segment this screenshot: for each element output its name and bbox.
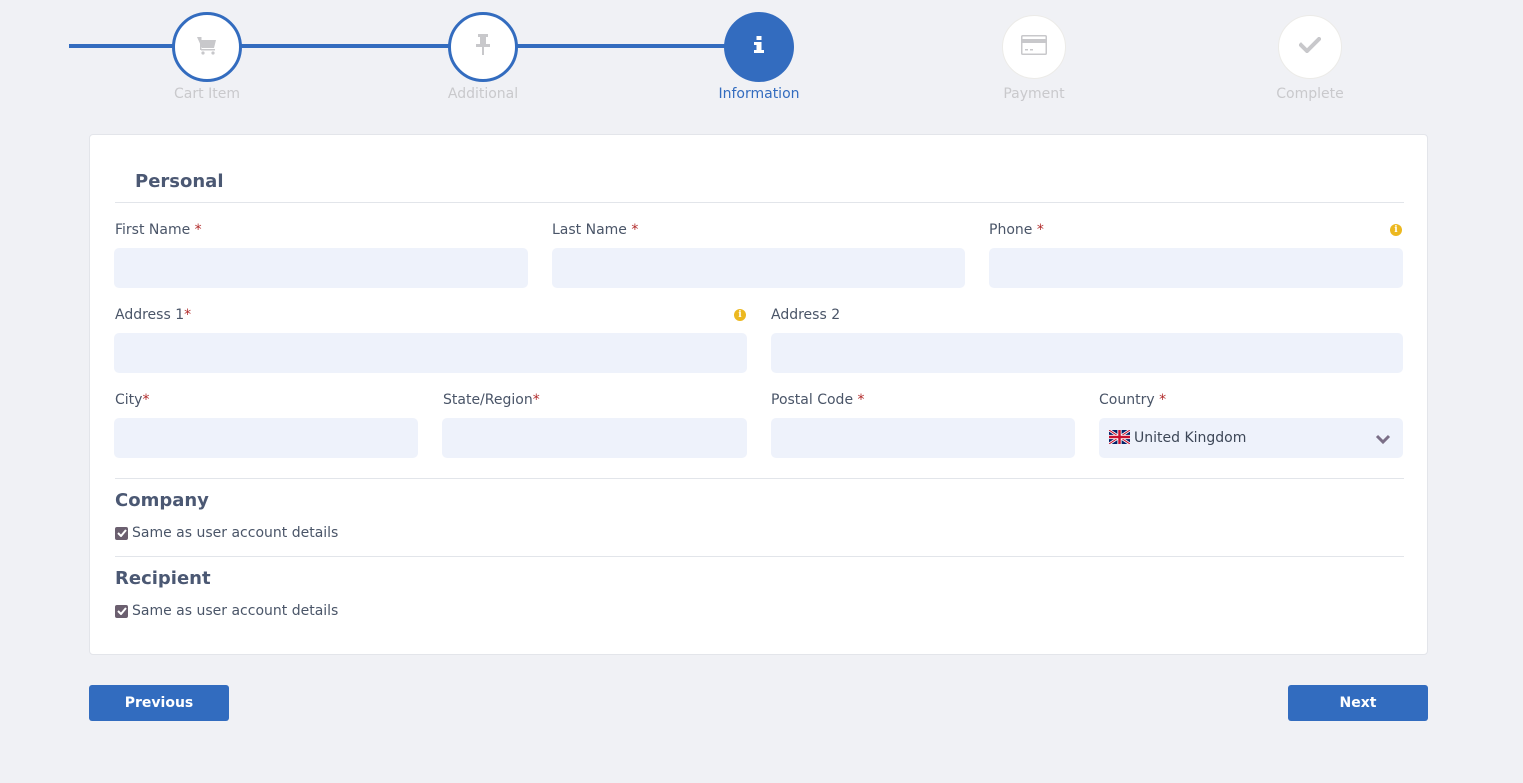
cart-icon [196, 35, 218, 59]
recipient-same-as-account-checkbox[interactable]: Same as user account details [115, 603, 338, 619]
step-information[interactable]: Information [689, 12, 829, 102]
section-title-recipient: Recipient [115, 568, 211, 589]
step-circle [172, 12, 242, 82]
credit-card-icon [1021, 35, 1047, 59]
step-label: Cart Item [174, 86, 240, 102]
step-circle [1002, 15, 1066, 79]
section-title-company: Company [115, 490, 209, 511]
step-label: Information [718, 86, 800, 102]
company-same-as-account-checkbox[interactable]: Same as user account details [115, 525, 338, 541]
chevron-down-icon [1375, 430, 1391, 449]
address1-label: Address 1* [115, 307, 192, 323]
divider [115, 202, 1404, 203]
step-label: Additional [447, 86, 519, 102]
phone-info-icon[interactable]: i [1390, 224, 1402, 236]
step-circle [724, 12, 794, 82]
step-label: Payment [1003, 86, 1065, 102]
step-payment[interactable]: Payment [964, 12, 1104, 102]
city-label: City* [115, 392, 150, 408]
checkbox-label: Same as user account details [132, 525, 339, 541]
city-input[interactable] [114, 418, 418, 458]
address1-info-icon[interactable]: i [734, 309, 746, 321]
last-name-label: Last Name * [552, 222, 639, 238]
info-icon [754, 36, 764, 58]
checkbox-checked-icon[interactable] [115, 604, 128, 618]
country-label: Country * [1099, 392, 1167, 408]
state-input[interactable] [442, 418, 747, 458]
address2-input[interactable] [771, 333, 1403, 373]
phone-input[interactable] [989, 248, 1403, 288]
address1-input[interactable] [114, 333, 747, 373]
country-select[interactable]: United Kingdom [1099, 418, 1403, 458]
check-icon [1298, 36, 1322, 57]
step-circle [1278, 15, 1342, 79]
step-label: Complete [1276, 86, 1344, 102]
step-complete[interactable]: Complete [1240, 12, 1380, 102]
state-label: State/Region* [443, 392, 540, 408]
step-additional[interactable]: Additional [413, 12, 553, 102]
checkout-stepper: Cart Item Additional Information Payment… [0, 0, 1523, 110]
address2-label: Address 2 [771, 307, 841, 323]
first-name-label: First Name * [115, 222, 202, 238]
next-button[interactable]: Next [1288, 685, 1428, 721]
divider [115, 478, 1404, 479]
last-name-input[interactable] [552, 248, 965, 288]
country-selected-value: United Kingdom [1134, 430, 1247, 446]
previous-button[interactable]: Previous [89, 685, 229, 721]
section-title-personal: Personal [135, 171, 224, 192]
checkbox-label: Same as user account details [132, 603, 339, 619]
information-form-card: Personal First Name * Last Name * Phone … [89, 134, 1428, 655]
phone-label: Phone * [989, 222, 1044, 238]
checkbox-checked-icon[interactable] [115, 526, 128, 540]
postal-code-input[interactable] [771, 418, 1075, 458]
uk-flag-icon [1108, 428, 1131, 448]
pin-icon [475, 34, 491, 60]
postal-code-label: Postal Code * [771, 392, 865, 408]
divider [115, 556, 1404, 557]
step-circle [448, 12, 518, 82]
step-cart-item[interactable]: Cart Item [137, 12, 277, 102]
first-name-input[interactable] [114, 248, 528, 288]
